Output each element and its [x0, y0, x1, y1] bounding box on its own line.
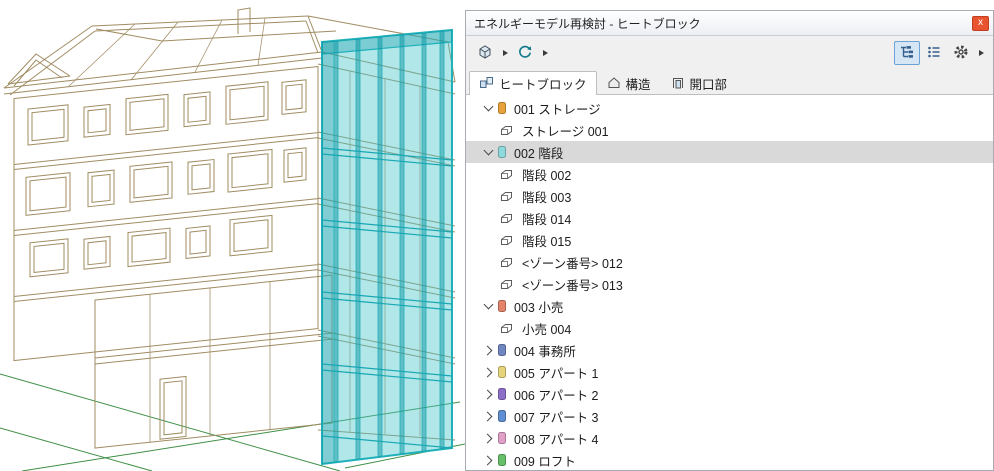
settings-button[interactable]	[948, 41, 974, 65]
chevron-expanded-icon[interactable]	[478, 101, 498, 112]
tab-bar: ヒートブロック 構造 開口部	[466, 70, 993, 95]
show-model-dropdown-button[interactable]	[499, 41, 511, 65]
tree-item-child[interactable]: <ゾーン番号> 012	[466, 251, 993, 273]
opening-door-icon	[671, 76, 685, 92]
tree-item-child[interactable]: 階段 014	[466, 207, 993, 229]
zone-color-icon	[498, 454, 506, 466]
tree-item-group[interactable]: 007 アパート 3	[466, 405, 993, 427]
tree-item-child[interactable]: 階段 002	[466, 163, 993, 185]
tree-item-label: ストレージ 001	[522, 124, 609, 139]
panel-titlebar[interactable]: エネルギーモデル再検討 - ヒートブロック x	[466, 11, 993, 36]
tree-item-label: 009 ロフト	[514, 454, 576, 469]
settings-dropdown-button[interactable]	[975, 41, 987, 65]
chevron-expanded-icon[interactable]	[478, 299, 498, 310]
zone-color-icon	[498, 366, 506, 378]
chevron-collapsed-icon[interactable]	[478, 433, 498, 443]
chevron-collapsed-icon[interactable]	[478, 389, 498, 399]
panel-toolbar	[466, 36, 993, 70]
tree-item-label: 階段 014	[522, 212, 572, 227]
chevron-collapsed-icon[interactable]	[478, 455, 498, 465]
show-model-button[interactable]	[472, 41, 498, 65]
chevron-collapsed-icon[interactable]	[478, 345, 498, 355]
close-button[interactable]: x	[972, 15, 989, 31]
tree-item-label: 006 アパート 2	[514, 388, 599, 403]
tree-item-label: 階段 002	[522, 168, 572, 183]
tree-item-group[interactable]: 004 事務所	[466, 339, 993, 361]
tree-item-label: 003 小売	[514, 300, 564, 315]
update-model-button[interactable]	[512, 41, 538, 65]
building-wireframe	[0, 7, 466, 471]
tree-item-child[interactable]: 階段 015	[466, 229, 993, 251]
tree-item-label: <ゾーン番号> 013	[522, 278, 623, 293]
tree-item-group[interactable]: 003 小売	[466, 295, 993, 317]
zone-stamp-icon	[498, 235, 514, 246]
tab-label: 構造	[625, 78, 651, 92]
update-model-dropdown-button[interactable]	[539, 41, 551, 65]
flat-list-view-button[interactable]	[921, 41, 947, 65]
panel-title: エネルギーモデル再検討 - ヒートブロック	[474, 16, 701, 31]
zone-color-icon	[498, 146, 506, 158]
structure-house-icon	[607, 76, 621, 92]
zone-stamp-icon	[498, 125, 514, 136]
tree-item-label: 階段 003	[522, 190, 572, 205]
tree-item-label: 小売 004	[522, 322, 572, 337]
zone-stamp-icon	[498, 323, 514, 334]
refresh-icon	[517, 44, 533, 63]
tree-item-child[interactable]: <ゾーン番号> 013	[466, 273, 993, 295]
tree-item-child[interactable]: 階段 003	[466, 185, 993, 207]
tree-item-group[interactable]: 008 アパート 4	[466, 427, 993, 449]
tree-view-icon	[899, 45, 915, 62]
tree-item-child[interactable]: 小売 004	[466, 317, 993, 339]
zone-color-icon	[498, 102, 506, 114]
zone-color-icon	[498, 410, 506, 422]
tree-item-label: 004 事務所	[514, 344, 576, 359]
dropdown-arrow-icon	[502, 50, 508, 56]
tree-item-group[interactable]: 002 階段	[466, 141, 993, 163]
heat-block-tree: 001 ストレージ ストレージ 001 002 階段 階段 002 階段 003…	[466, 95, 993, 470]
dropdown-arrow-icon	[542, 50, 548, 56]
tree-item-group[interactable]: 009 ロフト	[466, 449, 993, 470]
tree-item-group[interactable]: 006 アパート 2	[466, 383, 993, 405]
selected-heat-block-highlight	[321, 28, 453, 466]
tab-heat-block[interactable]: ヒートブロック	[469, 71, 597, 95]
tree-item-label: <ゾーン番号> 012	[522, 256, 623, 271]
chevron-collapsed-icon[interactable]	[478, 411, 498, 421]
zone-stamp-icon	[498, 169, 514, 180]
zone-color-icon	[498, 344, 506, 356]
dropdown-arrow-icon	[978, 50, 984, 56]
zone-stamp-icon	[498, 191, 514, 202]
chevron-expanded-icon[interactable]	[478, 145, 498, 156]
tab-label: ヒートブロック	[499, 78, 587, 92]
tree-item-label: 002 階段	[514, 146, 564, 161]
tree-item-label: 007 アパート 3	[514, 410, 599, 425]
app-canvas: エネルギーモデル再検討 - ヒートブロック x ヒートブロック 構造 開口部 0…	[0, 0, 994, 471]
facade-wireframe	[13, 66, 333, 449]
tab-structure[interactable]: 構造	[597, 72, 661, 94]
3d-model-icon	[477, 44, 493, 63]
tree-item-group[interactable]: 005 アパート 1	[466, 361, 993, 383]
heat-block-icon	[479, 76, 494, 92]
zone-stamp-icon	[498, 279, 514, 290]
tree-item-group[interactable]: 001 ストレージ	[466, 97, 993, 119]
zone-color-icon	[498, 432, 506, 444]
flat-list-view-icon	[926, 45, 942, 62]
energy-model-review-panel: エネルギーモデル再検討 - ヒートブロック x ヒートブロック 構造 開口部 0…	[465, 10, 994, 471]
tree-item-label: 005 アパート 1	[514, 366, 599, 381]
tree-item-label: 008 アパート 4	[514, 432, 599, 447]
tree-view-button[interactable]	[894, 41, 920, 65]
tree-item-label: 001 ストレージ	[514, 102, 601, 117]
zone-color-icon	[498, 300, 506, 312]
chevron-collapsed-icon[interactable]	[478, 367, 498, 377]
gear-icon	[953, 44, 969, 63]
tab-openings[interactable]: 開口部	[661, 72, 738, 94]
tree-item-child[interactable]: ストレージ 001	[466, 119, 993, 141]
tree-item-label: 階段 015	[522, 234, 572, 249]
zone-color-icon	[498, 388, 506, 400]
zone-stamp-icon	[498, 257, 514, 268]
tab-label: 開口部	[689, 78, 728, 92]
3d-viewport[interactable]	[0, 0, 466, 471]
zone-stamp-icon	[498, 213, 514, 224]
